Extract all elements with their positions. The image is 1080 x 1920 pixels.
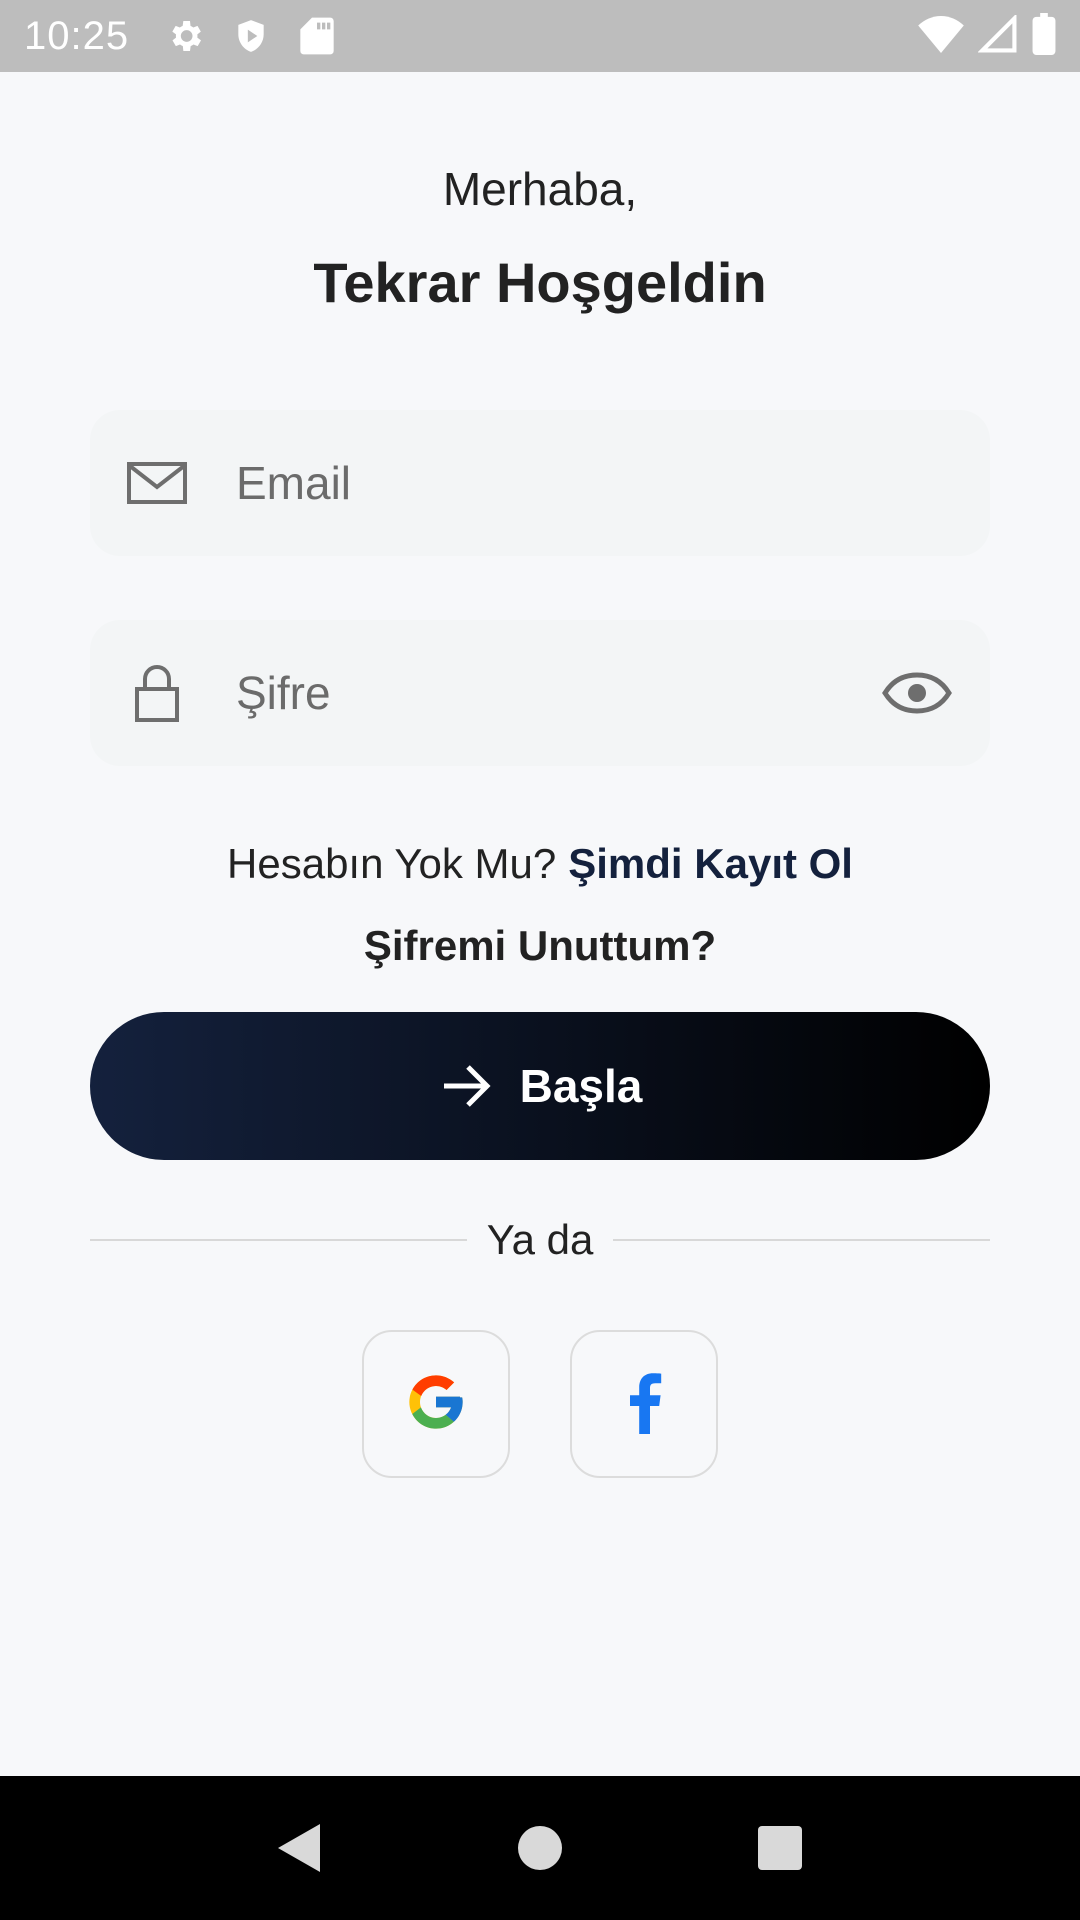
- signup-link[interactable]: Şimdi Kayıt Ol: [568, 840, 853, 887]
- sd-card-icon: [295, 14, 339, 58]
- arrow-right-icon: [438, 1058, 494, 1114]
- status-bar: 10:25: [0, 0, 1080, 72]
- back-icon[interactable]: [260, 1808, 340, 1888]
- google-icon: [404, 1370, 468, 1439]
- home-icon[interactable]: [500, 1808, 580, 1888]
- facebook-icon: [624, 1370, 664, 1439]
- wifi-icon: [918, 15, 964, 58]
- email-field-container[interactable]: [90, 410, 990, 556]
- battery-icon: [1032, 12, 1056, 60]
- lock-icon: [126, 662, 188, 724]
- divider-line-right: [613, 1239, 991, 1241]
- recents-icon[interactable]: [740, 1808, 820, 1888]
- forgot-password-link[interactable]: Şifremi Unuttum?: [0, 922, 1080, 970]
- mail-icon: [126, 452, 188, 514]
- eye-icon[interactable]: [880, 656, 954, 730]
- password-input[interactable]: [234, 652, 880, 734]
- settings-icon: [163, 14, 207, 58]
- divider-text: Ya da: [486, 1216, 594, 1263]
- shield-icon: [229, 14, 273, 58]
- start-button[interactable]: Başla: [90, 1012, 990, 1160]
- greeting-text: Merhaba,: [442, 163, 638, 215]
- or-divider: Ya da: [90, 1216, 991, 1264]
- email-input[interactable]: [234, 442, 954, 524]
- social-login-row: [0, 1330, 1080, 1478]
- signup-prompt: Hesabın Yok Mu?: [227, 840, 557, 887]
- facebook-login-button[interactable]: [570, 1330, 718, 1478]
- password-field-container[interactable]: [90, 620, 990, 766]
- start-button-label: Başla: [519, 1060, 643, 1112]
- status-time: 10:25: [24, 13, 130, 58]
- signal-icon: [977, 12, 1018, 58]
- navigation-bar: [0, 1776, 1080, 1920]
- signup-row: Hesabın Yok Mu? Şimdi Kayıt Ol: [0, 840, 1080, 888]
- page-title: Tekrar Hoşgeldin: [313, 251, 767, 314]
- google-login-button[interactable]: [362, 1330, 510, 1478]
- divider-line-left: [90, 1239, 467, 1241]
